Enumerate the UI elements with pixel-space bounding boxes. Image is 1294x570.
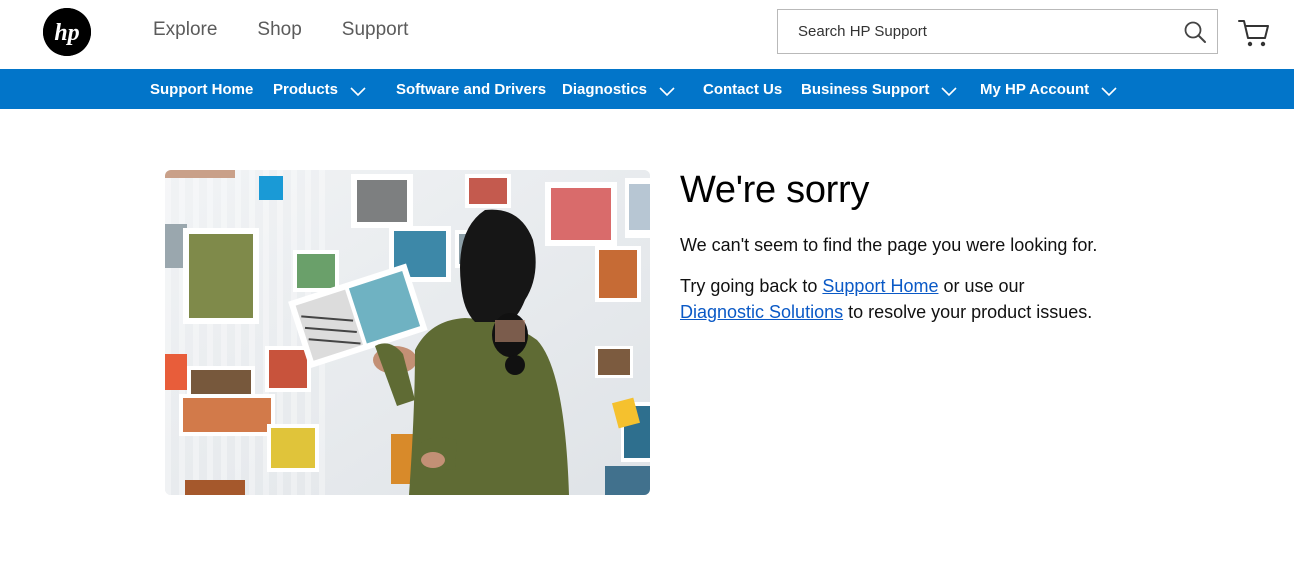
chevron-down-icon <box>659 84 675 97</box>
nav-support[interactable]: Support <box>342 18 409 42</box>
suggestion-suffix: to resolve your product issues. <box>843 302 1093 322</box>
navbar-item-business-support[interactable]: Business Support <box>801 69 957 109</box>
suggestion-middle: or use our <box>938 276 1025 296</box>
navbar-item-support-home[interactable]: Support Home <box>150 69 253 109</box>
navbar-item-label: Software and Drivers <box>396 80 547 98</box>
error-message: We can't seem to find the page you were … <box>680 235 1098 255</box>
navbar-item-label: Business Support <box>801 80 930 98</box>
navbar-item-label: Contact Us <box>703 80 783 98</box>
top-nav: Explore Shop Support <box>153 18 408 42</box>
error-content: We're sorry We can't seem to find the pa… <box>680 168 1160 325</box>
search-input[interactable] <box>778 10 1168 53</box>
navbar-item-label: My HP Account <box>980 80 1090 98</box>
nav-explore[interactable]: Explore <box>153 18 217 42</box>
navbar-item-label: Support Home <box>150 80 254 98</box>
hero-image <box>165 170 650 495</box>
navbar-item-products[interactable]: Products <box>273 69 366 109</box>
chevron-down-icon <box>1101 84 1117 97</box>
support-navbar: Support Home Products Software and Drive… <box>0 69 1294 109</box>
navbar-item-label: Products <box>273 80 339 98</box>
top-header: hp Explore Shop Support <box>0 0 1294 69</box>
svg-text:hp: hp <box>54 20 79 46</box>
diagnostic-solutions-link[interactable]: Diagnostic Solutions <box>680 302 843 322</box>
page-title: We're sorry <box>680 169 870 211</box>
navbar-item-software-drivers[interactable]: Software and Drivers <box>396 69 546 109</box>
hp-logo[interactable]: hp <box>43 8 91 56</box>
search-icon[interactable] <box>1183 20 1207 44</box>
support-home-link[interactable]: Support Home <box>822 276 938 296</box>
navbar-item-contact-us[interactable]: Contact Us <box>703 69 782 109</box>
navbar-item-label: Diagnostics <box>562 80 648 98</box>
cart-icon[interactable] <box>1238 18 1270 48</box>
navbar-item-diagnostics[interactable]: Diagnostics <box>562 69 675 109</box>
suggestion-prefix: Try going back to <box>680 276 823 296</box>
chevron-down-icon <box>350 84 366 97</box>
nav-shop[interactable]: Shop <box>257 18 301 42</box>
navbar-item-my-hp-account[interactable]: My HP Account <box>980 69 1117 109</box>
suggestion-text: Try going back to Support Home or use ou… <box>680 273 1160 325</box>
search-box <box>777 9 1218 54</box>
chevron-down-icon <box>941 84 957 97</box>
